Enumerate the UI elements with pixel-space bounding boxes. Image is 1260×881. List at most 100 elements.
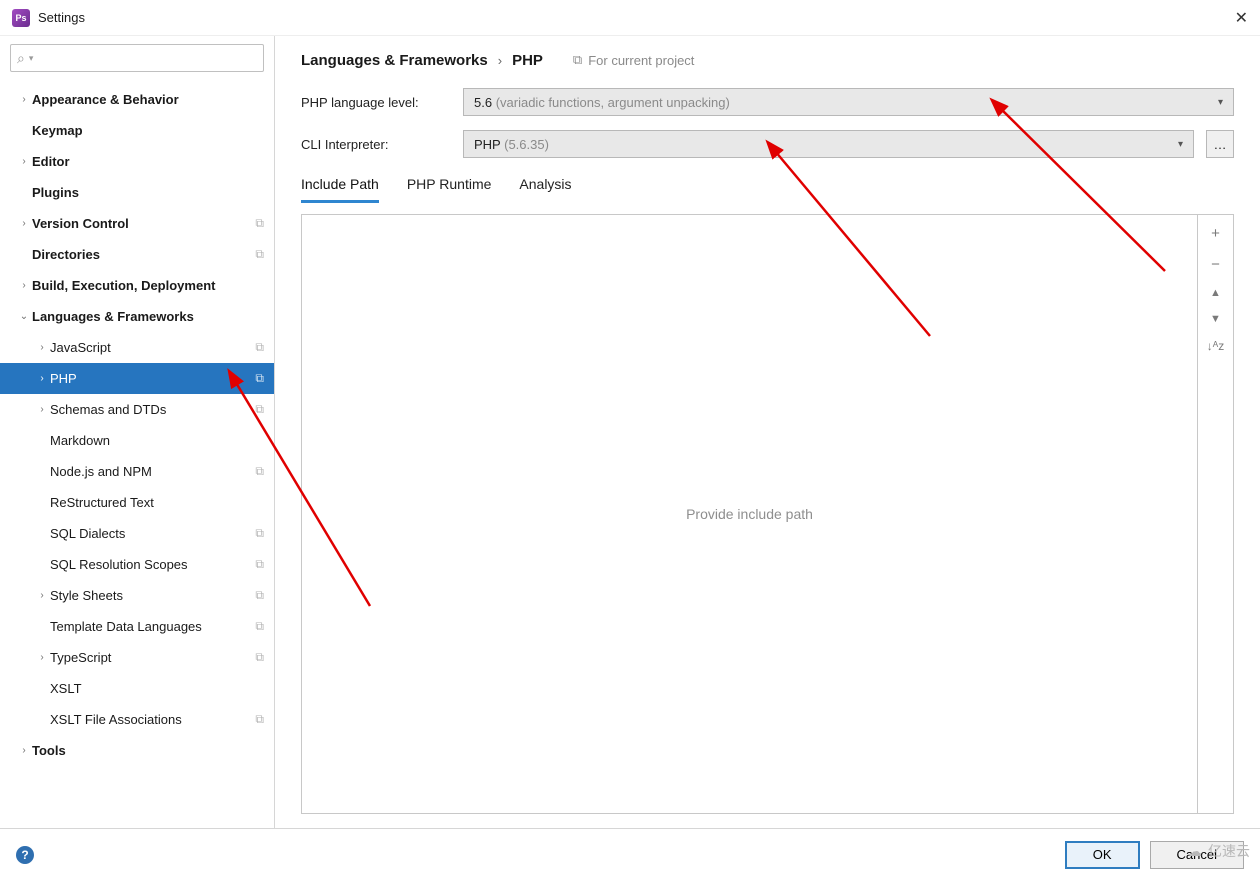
chevron-right-icon: › [34, 590, 50, 601]
include-path-placeholder: Provide include path [686, 506, 813, 522]
chevron-right-icon: › [34, 373, 50, 384]
sidebar-item-restructured-text[interactable]: ReStructured Text [0, 487, 274, 518]
include-path-list[interactable]: Provide include path [301, 214, 1198, 814]
sidebar-item-label: JavaScript [50, 340, 111, 355]
include-path-toolbar: + − ▲ ▼ ↓ᴬz [1198, 214, 1234, 814]
sidebar-item-label: Appearance & Behavior [32, 92, 179, 107]
php-language-level-label: PHP language level: [301, 95, 451, 110]
chevron-right-icon: › [34, 652, 50, 663]
breadcrumb: Languages & Frameworks › PHP ⧉ For curre… [275, 36, 1260, 84]
chevron-right-icon: › [16, 156, 32, 167]
app-icon: Ps [12, 9, 30, 27]
chevron-down-icon: ▾ [1218, 97, 1223, 108]
sidebar-item-appearance-behavior[interactable]: ›Appearance & Behavior [0, 84, 274, 115]
sidebar-item-style-sheets[interactable]: ›Style Sheets ⧉ [0, 580, 274, 611]
chevron-right-icon: › [16, 745, 32, 756]
sidebar-item-languages-frameworks[interactable]: ⌄Languages & Frameworks [0, 301, 274, 332]
sidebar-item-markdown[interactable]: Markdown [0, 425, 274, 456]
sidebar-item-label: Directories [32, 247, 100, 262]
sidebar-item-label: TypeScript [50, 650, 111, 665]
chevron-right-icon: › [16, 280, 32, 291]
sidebar-item-label: XSLT File Associations [50, 712, 182, 727]
project-scope-icon: ⧉ [255, 247, 264, 262]
sidebar-item-label: XSLT [50, 681, 82, 696]
tab-analysis[interactable]: Analysis [519, 176, 571, 203]
copy-icon: ⧉ [573, 52, 582, 68]
project-scope-icon: ⧉ [255, 464, 264, 479]
sidebar-item-plugins[interactable]: Plugins [0, 177, 274, 208]
sidebar-item-editor[interactable]: ›Editor [0, 146, 274, 177]
project-scope-icon: ⧉ [255, 712, 264, 727]
sidebar-item-typescript[interactable]: ›TypeScript ⧉ [0, 642, 274, 673]
sidebar-item-label: Plugins [32, 185, 79, 200]
sidebar-item-php[interactable]: ›PHP ⧉ [0, 363, 274, 394]
breadcrumb-b: PHP [512, 52, 543, 69]
sidebar-item-label: Schemas and DTDs [50, 402, 166, 417]
php-language-level-dropdown[interactable]: 5.6 (variadic functions, argument unpack… [463, 88, 1234, 116]
project-scope-icon: ⧉ [255, 619, 264, 634]
cli-interpreter-dropdown[interactable]: PHP (5.6.35) ▾ [463, 130, 1194, 158]
sidebar-item-label: Markdown [50, 433, 110, 448]
sidebar-item-build-execution-deployment[interactable]: ›Build, Execution, Deployment [0, 270, 274, 301]
project-scope-icon: ⧉ [255, 371, 264, 386]
sidebar-item-label: ReStructured Text [50, 495, 154, 510]
sidebar-item-javascript[interactable]: ›JavaScript⧉ [0, 332, 274, 363]
cli-interpreter-browse-button[interactable]: … [1206, 130, 1234, 158]
ok-button[interactable]: OK [1065, 841, 1140, 869]
sidebar-item-sql-resolution-scopes[interactable]: SQL Resolution Scopes⧉ [0, 549, 274, 580]
chevron-down-icon: ▾ [29, 53, 34, 64]
add-button[interactable]: + [1211, 225, 1220, 242]
sidebar-item-label: PHP [50, 371, 77, 386]
sidebar-item-label: Keymap [32, 123, 83, 138]
sidebar-item-label: SQL Resolution Scopes [50, 557, 188, 572]
chevron-right-icon: › [16, 94, 32, 105]
window-title: Settings [38, 10, 85, 25]
sidebar-item-tools[interactable]: ›Tools [0, 735, 274, 766]
sidebar-item-version-control[interactable]: ›Version Control ⧉ [0, 208, 274, 239]
settings-main: Languages & Frameworks › PHP ⧉ For curre… [275, 36, 1260, 828]
breadcrumb-separator-icon: › [498, 53, 502, 68]
sidebar-item-label: Editor [32, 154, 70, 169]
title-bar: Ps Settings ✕ [0, 0, 1260, 36]
project-scope-icon: ⧉ [255, 650, 264, 665]
search-input[interactable]: ⌕ ▾ [10, 44, 264, 72]
close-icon[interactable]: ✕ [1235, 8, 1248, 28]
cli-interpreter-label: CLI Interpreter: [301, 137, 451, 152]
sidebar-item-label: Build, Execution, Deployment [32, 278, 215, 293]
project-scope-icon: ⧉ [255, 216, 264, 231]
php-tabs: Include Path PHP Runtime Analysis [275, 162, 1260, 204]
project-scope-hint: ⧉ For current project [573, 52, 695, 68]
chevron-right-icon: › [34, 404, 50, 415]
project-scope-icon: ⧉ [255, 402, 264, 417]
sidebar-item-directories[interactable]: Directories ⧉ [0, 239, 274, 270]
remove-button[interactable]: − [1211, 256, 1220, 273]
breadcrumb-a[interactable]: Languages & Frameworks [301, 52, 488, 69]
project-scope-icon: ⧉ [255, 526, 264, 541]
sidebar-item-label: Tools [32, 743, 66, 758]
sidebar-item-schemas-and-dtds[interactable]: ›Schemas and DTDs ⧉ [0, 394, 274, 425]
sidebar-item-node-js-and-npm[interactable]: Node.js and NPM⧉ [0, 456, 274, 487]
sidebar-item-xslt[interactable]: XSLT [0, 673, 274, 704]
sidebar-item-keymap[interactable]: Keymap [0, 115, 274, 146]
chevron-down-icon: ⌄ [16, 311, 32, 322]
sidebar-item-template-data-languages[interactable]: Template Data Languages⧉ [0, 611, 274, 642]
sidebar-item-label: Languages & Frameworks [32, 309, 194, 324]
project-scope-icon: ⧉ [255, 588, 264, 603]
help-button[interactable]: ? [16, 846, 34, 864]
sidebar-item-sql-dialects[interactable]: SQL Dialects ⧉ [0, 518, 274, 549]
search-icon: ⌕ [17, 50, 25, 67]
sidebar-item-xslt-file-associations[interactable]: XSLT File Associations ⧉ [0, 704, 274, 735]
chevron-right-icon: › [16, 218, 32, 229]
tab-php-runtime[interactable]: PHP Runtime [407, 176, 492, 203]
project-scope-icon: ⧉ [255, 340, 264, 355]
move-down-button[interactable]: ▼ [1210, 313, 1221, 325]
move-up-button[interactable]: ▲ [1210, 287, 1221, 299]
sidebar-item-label: SQL Dialects [50, 526, 125, 541]
sort-button[interactable]: ↓ᴬz [1207, 339, 1224, 353]
chevron-down-icon: ▾ [1178, 139, 1183, 150]
cancel-button[interactable]: Cancel [1150, 841, 1244, 869]
sidebar-item-label: Style Sheets [50, 588, 123, 603]
tab-include-path[interactable]: Include Path [301, 176, 379, 203]
sidebar-item-label: Version Control [32, 216, 129, 231]
dialog-footer: ? OK Cancel [0, 828, 1260, 880]
